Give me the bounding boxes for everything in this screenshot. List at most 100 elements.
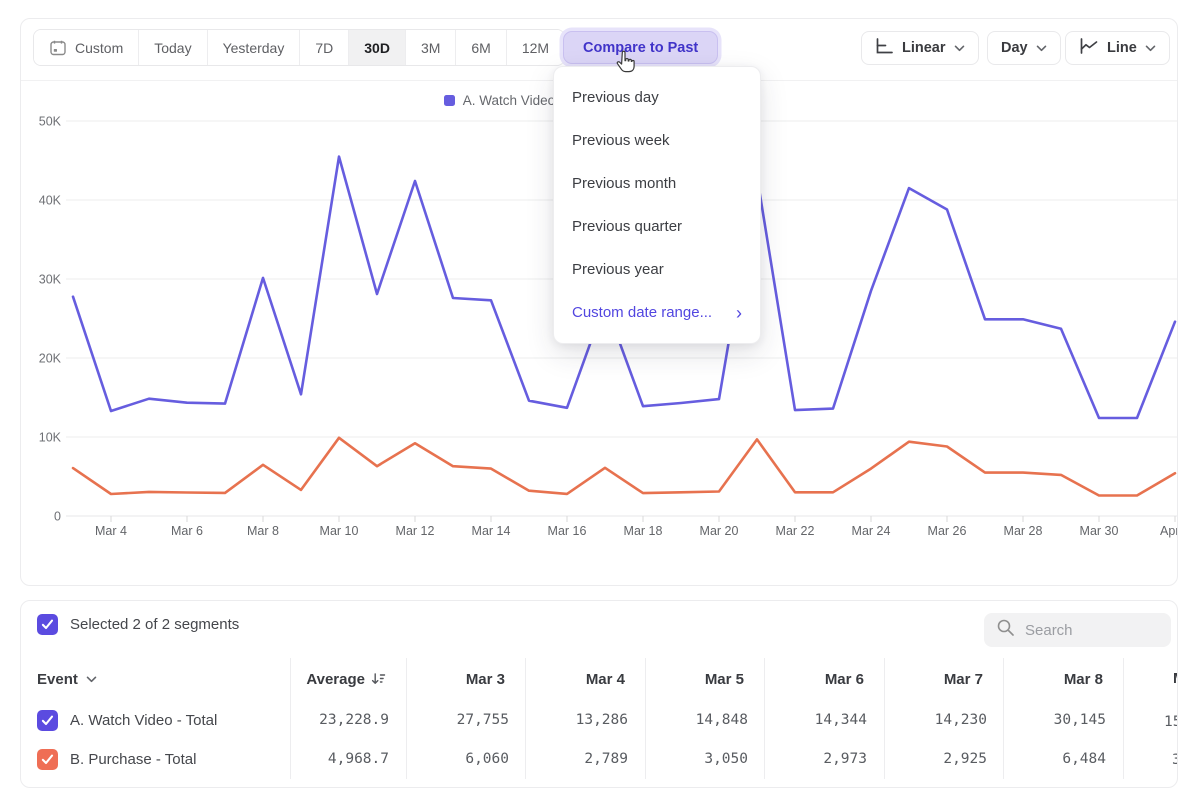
range-button-today[interactable]: Today — [139, 30, 207, 65]
table-row: A. Watch Video - Total23,228.927,75513,2… — [21, 700, 1178, 740]
linear-axis-icon — [875, 38, 894, 58]
cell-value: 13,286 — [526, 700, 645, 740]
column-divider — [525, 658, 526, 779]
clipped-column-header: M — [1173, 661, 1178, 697]
column-divider — [1003, 658, 1004, 779]
svg-text:Mar 16: Mar 16 — [548, 524, 587, 538]
svg-text:Apr 1: Apr 1 — [1160, 524, 1177, 538]
svg-text:Mar 6: Mar 6 — [171, 524, 203, 538]
row-checkbox[interactable] — [37, 710, 58, 731]
cell-value: 14,344 — [765, 700, 884, 740]
menu-item-previous-quarter[interactable]: Previous quarter — [554, 205, 760, 248]
table-header-row: EventAverageMar 3Mar 4Mar 5Mar 6Mar 7Mar… — [21, 661, 1178, 697]
check-icon — [41, 754, 54, 765]
date-range-group: Custom Today Yesterday 7D 30D 3M 6M 12M — [33, 29, 565, 66]
svg-text:10K: 10K — [39, 431, 62, 445]
chevron-down-icon — [1145, 40, 1156, 56]
column-header-mar-7[interactable]: Mar 7 — [884, 661, 1003, 697]
range-button-6m[interactable]: 6M — [456, 30, 506, 65]
compare-to-past-menu: Previous dayPrevious weekPrevious monthP… — [553, 66, 761, 344]
cell-value: 3,050 — [645, 740, 765, 778]
svg-text:Mar 30: Mar 30 — [1080, 524, 1119, 538]
check-icon — [41, 715, 54, 726]
menu-item-previous-day[interactable]: Previous day — [554, 76, 760, 119]
scale-select-button[interactable]: Linear — [861, 31, 979, 65]
cell-value: 2,925 — [884, 740, 1004, 778]
column-header-mar-6[interactable]: Mar 6 — [764, 661, 884, 697]
search-input[interactable] — [1025, 622, 1155, 639]
svg-text:Mar 22: Mar 22 — [776, 524, 815, 538]
compare-to-past-label: Compare to Past — [583, 40, 698, 56]
cell-value: 2,973 — [765, 740, 884, 778]
chevron-down-icon — [1036, 40, 1047, 56]
range-button-custom[interactable]: Custom — [34, 30, 139, 65]
range-label: Custom — [75, 40, 123, 56]
svg-text:Mar 20: Mar 20 — [700, 524, 739, 538]
cell-value: 23,228.9 — [290, 700, 406, 740]
column-divider — [1123, 658, 1124, 779]
clipped-cell-value: 15, — [1164, 702, 1178, 742]
cell-value: 6,060 — [406, 740, 526, 778]
column-divider — [645, 658, 646, 779]
search-box — [984, 613, 1171, 647]
range-label: 7D — [315, 40, 333, 56]
chart-type-label: Line — [1107, 40, 1137, 56]
calendar-icon — [49, 39, 67, 57]
sort-descending-icon — [371, 672, 386, 686]
svg-text:Mar 12: Mar 12 — [396, 524, 435, 538]
svg-text:Mar 28: Mar 28 — [1004, 524, 1043, 538]
range-button-12m[interactable]: 12M — [507, 30, 564, 65]
column-header-average[interactable]: Average — [290, 661, 406, 697]
svg-text:Mar 10: Mar 10 — [320, 524, 359, 538]
menu-item-previous-month[interactable]: Previous month — [554, 162, 760, 205]
cell-value: 14,230 — [884, 700, 1004, 740]
chevron-right-icon: › — [736, 304, 742, 322]
range-label: Today — [154, 40, 191, 56]
column-header-mar-4[interactable]: Mar 4 — [525, 661, 645, 697]
svg-text:Mar 14: Mar 14 — [472, 524, 511, 538]
row-checkbox[interactable] — [37, 749, 58, 770]
range-button-yesterday[interactable]: Yesterday — [208, 30, 301, 65]
svg-text:20K: 20K — [39, 352, 62, 366]
line-chart-icon — [1079, 38, 1099, 58]
chart-type-select-button[interactable]: Line — [1065, 31, 1170, 65]
check-icon — [41, 619, 54, 630]
range-button-7d[interactable]: 7D — [300, 30, 349, 65]
interval-label: Day — [1001, 40, 1028, 56]
select-all-checkbox[interactable] — [37, 614, 58, 635]
svg-text:Mar 26: Mar 26 — [928, 524, 967, 538]
selected-summary: Selected 2 of 2 segments — [70, 616, 239, 633]
clipped-cell-value: 3, — [1172, 741, 1178, 779]
range-label: 30D — [364, 40, 390, 56]
column-divider — [884, 658, 885, 779]
svg-text:Mar 24: Mar 24 — [852, 524, 891, 538]
column-divider — [764, 658, 765, 779]
column-header-mar-5[interactable]: Mar 5 — [645, 661, 764, 697]
column-header-mar-3[interactable]: Mar 3 — [406, 661, 525, 697]
scale-label: Linear — [902, 40, 946, 56]
compare-to-past-button[interactable]: Compare to Past — [563, 31, 718, 64]
cell-value: 4,968.7 — [290, 740, 406, 778]
svg-text:40K: 40K — [39, 194, 62, 208]
cell-value: 14,848 — [645, 700, 765, 740]
search-icon — [996, 618, 1015, 642]
svg-text:0: 0 — [54, 510, 61, 524]
range-label: 12M — [522, 40, 549, 56]
analytics-page: Custom Today Yesterday 7D 30D 3M 6M 12M Compare… — [0, 0, 1200, 802]
menu-item-previous-year[interactable]: Previous year — [554, 248, 760, 291]
cell-value: 2,789 — [526, 740, 645, 778]
range-label: 6M — [471, 40, 490, 56]
range-button-3m[interactable]: 3M — [406, 30, 456, 65]
segments-table-card: Selected 2 of 2 segments EventAverageMar… — [20, 600, 1178, 788]
cell-value: 27,755 — [406, 700, 526, 740]
interval-select-button[interactable]: Day — [987, 31, 1061, 65]
menu-item-custom-date-range[interactable]: Custom date range...› — [554, 291, 760, 334]
column-header-mar-8[interactable]: Mar 8 — [1003, 661, 1123, 697]
table-row: B. Purchase - Total4,968.76,0602,7893,05… — [21, 740, 1178, 778]
column-divider — [406, 658, 407, 779]
column-header-event[interactable]: Event — [21, 661, 290, 697]
cell-value: 30,145 — [1004, 700, 1123, 740]
range-label: 3M — [421, 40, 440, 56]
menu-item-previous-week[interactable]: Previous week — [554, 119, 760, 162]
range-button-30d[interactable]: 30D — [349, 30, 406, 65]
